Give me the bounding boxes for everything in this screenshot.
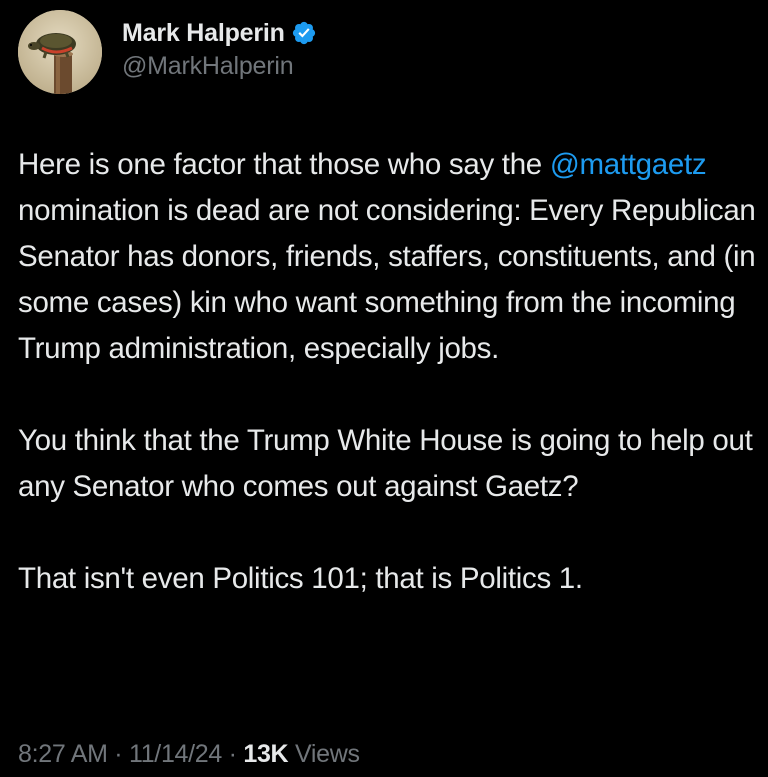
avatar[interactable] (18, 10, 102, 94)
turtle-on-post-avatar-icon (18, 10, 102, 94)
mention-link[interactable]: @mattgaetz (550, 148, 707, 181)
tweet-text: Here is one factor that those who say th… (18, 142, 758, 602)
views-label: Views (294, 740, 360, 768)
tweet-date[interactable]: 11/14/24 (129, 740, 222, 768)
text-segment: nomination is dead are not considering: … (18, 194, 756, 365)
tweet-time[interactable]: 8:27 AM (18, 740, 108, 768)
meta-separator: · (222, 740, 244, 768)
text-segment: Here is one factor that those who say th… (18, 148, 550, 181)
display-name[interactable]: Mark Halperin (122, 19, 285, 48)
views-count: 13K (243, 740, 289, 768)
tweet-meta: 8:27 AM · 11/14/24 · 13K Views (18, 740, 360, 769)
user-handle[interactable]: @MarkHalperin (122, 52, 317, 81)
name-row: Mark Halperin (122, 16, 317, 50)
tweet-paragraph: Here is one factor that those who say th… (18, 142, 758, 372)
meta-separator: · (107, 740, 129, 768)
user-info: Mark Halperin @MarkHalperin (122, 16, 317, 81)
verified-badge-icon[interactable] (291, 20, 317, 46)
tweet-header: Mark Halperin @MarkHalperin (18, 10, 317, 94)
tweet-paragraph: That isn't even Politics 101; that is Po… (18, 562, 583, 595)
tweet-paragraph: You think that the Trump White House is … (18, 424, 753, 503)
